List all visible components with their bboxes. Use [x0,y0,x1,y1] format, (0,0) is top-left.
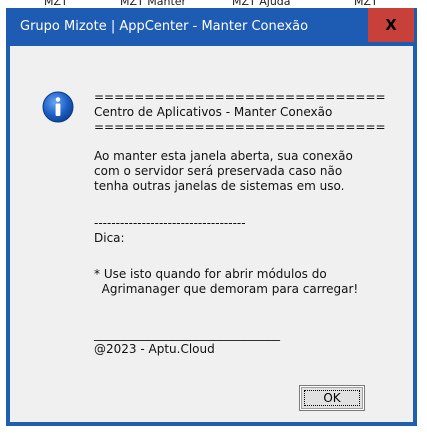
message-header: ============================= Centro de … [94,90,386,134]
message-body: Ao manter esta janela aberta, sua conexã… [94,149,353,193]
background-menu-item: MZT Manter [120,0,187,8]
background-menu-item: MZT Ajuda [232,0,291,8]
ok-button[interactable]: OK [299,385,365,411]
ok-button-label: OK [323,391,341,405]
background-menu-item: MZT [354,0,378,8]
background-menu-item: MZT [44,0,68,8]
dialog-body: ============================= Centro de … [10,46,413,422]
message-dialog: Grupo Mizote | AppCenter - Manter Conexã… [6,8,417,426]
tip-label: ----------------------------------- Dica… [94,216,246,245]
background-menu-bar: MZT MZT Manter MZT Ajuda MZT [0,0,427,8]
tip-text: * Use isto quando for abrir módulos do A… [94,267,359,296]
information-icon [42,91,74,123]
dialog-title: Grupo Mizote | AppCenter - Manter Conexã… [20,19,309,34]
copyright-footer: _______________________________ @2023 - … [94,327,280,356]
close-button[interactable]: X [368,8,414,42]
dialog-titlebar[interactable]: Grupo Mizote | AppCenter - Manter Conexã… [6,8,417,46]
